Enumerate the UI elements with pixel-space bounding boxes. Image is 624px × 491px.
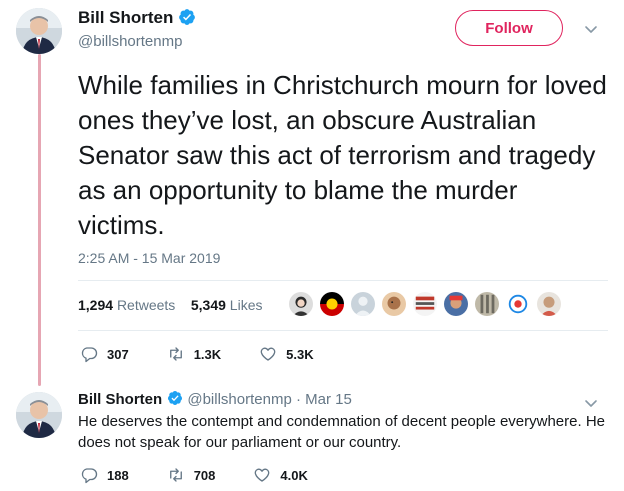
liker-avatar[interactable] (412, 291, 438, 317)
retweets-count: 1,294 (78, 297, 114, 313)
retweet-count: 708 (193, 467, 216, 483)
liker-avatars (288, 291, 567, 317)
tweet-text: While families in Christchurch mourn for… (78, 70, 607, 240)
tweet-timestamp[interactable]: 2:25 AM - 15 Mar 2019 (78, 250, 220, 266)
liker-avatar[interactable] (443, 291, 469, 317)
reply-button[interactable]: 188 (80, 466, 129, 484)
liker-avatar[interactable] (350, 291, 376, 317)
reply-icon (81, 347, 98, 363)
likes-label: Likes (229, 297, 263, 313)
reply-text: He deserves the contempt and condemnatio… (78, 413, 605, 451)
follow-button[interactable]: Follow (455, 10, 563, 46)
reply-header: Bill Shorten @billshortenmp · Mar 15 (78, 390, 352, 408)
heart-icon (255, 468, 270, 482)
verified-badge-icon (179, 9, 196, 25)
liker-avatar[interactable] (474, 291, 500, 317)
reply-date[interactable]: Mar 15 (305, 391, 352, 408)
liker-avatar[interactable] (536, 291, 562, 317)
retweet-icon (169, 347, 182, 361)
retweets-label: Retweets (116, 297, 176, 313)
retweet-button[interactable]: 708 (167, 466, 216, 484)
avatar[interactable] (16, 392, 62, 438)
reply-count: 307 (107, 346, 129, 362)
retweet-icon (169, 468, 182, 482)
author-name[interactable]: Bill Shorten (78, 8, 173, 27)
like-button[interactable]: 5.3K (259, 345, 314, 363)
like-count: 5.3K (286, 346, 314, 362)
likes-count: 5,349 (190, 297, 226, 313)
chevron-down-icon[interactable] (583, 21, 599, 37)
divider (78, 280, 608, 281)
liker-avatar[interactable] (288, 291, 314, 317)
like-button[interactable]: 4.0K (253, 466, 308, 484)
liker-avatar[interactable] (319, 291, 345, 317)
chevron-down-icon[interactable] (583, 395, 599, 411)
thread-line (38, 54, 41, 386)
reply-author-handle[interactable]: @billshortenmp (187, 391, 291, 408)
retweet-count: 1.3K (193, 346, 222, 362)
author-header: Bill Shorten (78, 8, 196, 28)
reply-actions: 188 708 4.0K (80, 466, 346, 484)
avatar[interactable] (16, 8, 62, 54)
liker-avatar[interactable] (381, 291, 407, 317)
reply-button[interactable]: 307 (80, 345, 129, 363)
reply-count: 188 (107, 467, 129, 483)
verified-badge-icon (168, 391, 183, 405)
author-handle[interactable]: @billshortenmp (78, 33, 182, 50)
tweet-stats: 1,294 Retweets 5,349 Likes (78, 297, 262, 313)
tweet-actions: 307 1.3K 5.3K (80, 345, 352, 363)
retweets-stat[interactable]: 1,294 Retweets (78, 297, 175, 313)
divider (78, 330, 608, 331)
likes-stat[interactable]: 5,349 Likes (191, 297, 263, 313)
heart-icon (260, 347, 276, 361)
reply-icon (81, 468, 98, 484)
retweet-button[interactable]: 1.3K (167, 345, 221, 363)
reply-separator: · (295, 391, 301, 408)
liker-avatar[interactable] (505, 291, 531, 317)
like-count: 4.0K (280, 467, 308, 483)
reply-author-name[interactable]: Bill Shorten (78, 391, 162, 408)
